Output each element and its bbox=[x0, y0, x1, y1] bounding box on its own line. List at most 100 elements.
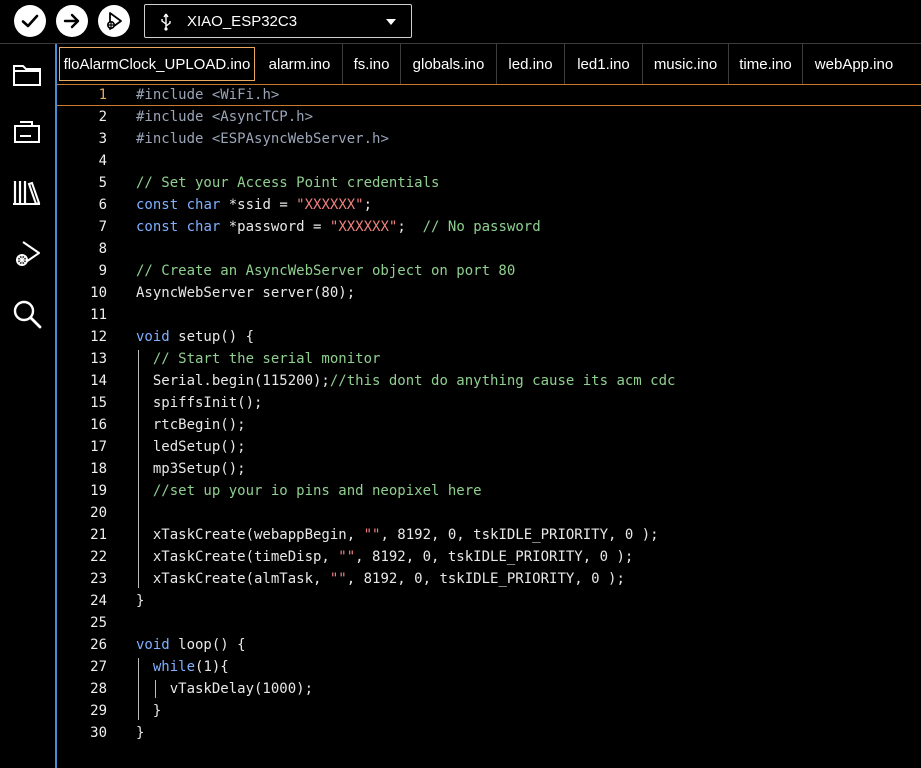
sidebar bbox=[0, 44, 55, 768]
tab-alarm[interactable]: alarm.ino bbox=[257, 44, 343, 84]
line-number: 10 bbox=[90, 285, 107, 301]
code-line[interactable]: 13 // Start the serial monitor bbox=[57, 348, 921, 370]
code-text: AsyncWebServer server(80); bbox=[136, 285, 356, 301]
tab-music[interactable]: music.ino bbox=[643, 44, 729, 84]
line-number: 9 bbox=[98, 263, 107, 279]
tab-led[interactable]: led.ino bbox=[497, 44, 565, 84]
line-number: 15 bbox=[90, 395, 107, 411]
line-number: 23 bbox=[90, 571, 107, 587]
code-text: ledSetup(); bbox=[136, 439, 246, 455]
code-line[interactable]: 27 while(1){ bbox=[57, 656, 921, 678]
line-number: 29 bbox=[90, 703, 107, 719]
tab-floalarmclock-upload[interactable]: floAlarmClock_UPLOAD.ino bbox=[59, 47, 255, 81]
code-line[interactable]: 21 xTaskCreate(webappBegin, "", 8192, 0,… bbox=[57, 524, 921, 546]
code-line[interactable]: 8 bbox=[57, 238, 921, 260]
code-line[interactable]: 3 #include <ESPAsyncWebServer.h> bbox=[57, 128, 921, 150]
code-line[interactable]: 26 void loop() { bbox=[57, 634, 921, 656]
code-text: } bbox=[136, 725, 145, 741]
line-number: 4 bbox=[98, 153, 107, 169]
code-line[interactable]: 6 const char *ssid = "XXXXXX"; bbox=[57, 194, 921, 216]
tab-globals[interactable]: globals.ino bbox=[401, 44, 497, 84]
tab-webapp[interactable]: webApp.ino bbox=[803, 44, 905, 84]
code-text: // Set your Access Point credentials bbox=[136, 175, 440, 191]
code-text: // Create an AsyncWebServer object on po… bbox=[136, 263, 516, 279]
code-line[interactable]: 23 xTaskCreate(almTask, "", 8192, 0, tsk… bbox=[57, 568, 921, 590]
line-number: 14 bbox=[90, 373, 107, 389]
code-line[interactable]: 11 bbox=[57, 304, 921, 326]
code-text: xTaskCreate(almTask, "", 8192, 0, tskIDL… bbox=[136, 571, 625, 587]
code-line[interactable]: 5 // Set your Access Point credentials bbox=[57, 172, 921, 194]
code-line[interactable]: 2 #include <AsyncTCP.h> bbox=[57, 106, 921, 128]
debug-button[interactable] bbox=[98, 5, 130, 37]
code-line[interactable]: 25 bbox=[57, 612, 921, 634]
line-number: 20 bbox=[90, 505, 107, 521]
code-text: mp3Setup(); bbox=[136, 461, 246, 477]
line-number: 5 bbox=[98, 175, 107, 191]
line-number: 22 bbox=[90, 549, 107, 565]
tab-led1[interactable]: led1.ino bbox=[565, 44, 643, 84]
code-text: Serial.begin(115200);//this dont do anyt… bbox=[136, 373, 676, 389]
code-line[interactable]: 22 xTaskCreate(timeDisp, "", 8192, 0, ts… bbox=[57, 546, 921, 568]
code-text: } bbox=[136, 593, 145, 609]
line-number: 11 bbox=[90, 307, 107, 323]
toolbar: XIAO_ESP32C3 bbox=[0, 0, 921, 44]
line-number: 8 bbox=[98, 241, 107, 257]
library-icon[interactable] bbox=[11, 176, 43, 208]
line-number: 2 bbox=[98, 109, 107, 125]
tab-fs[interactable]: fs.ino bbox=[343, 44, 401, 84]
search-icon[interactable] bbox=[11, 298, 43, 330]
code-line[interactable]: 20 bbox=[57, 502, 921, 524]
code-line[interactable]: 18 mp3Setup(); bbox=[57, 458, 921, 480]
debug-icon[interactable] bbox=[11, 238, 43, 270]
line-number: 17 bbox=[90, 439, 107, 455]
chevron-down-icon bbox=[386, 19, 396, 25]
code-line[interactable]: 29 } bbox=[57, 700, 921, 722]
line-number: 19 bbox=[90, 483, 107, 499]
code-text: //set up your io pins and neopixel here bbox=[152, 483, 482, 499]
code-text: // Start the serial monitor bbox=[152, 351, 381, 367]
tab-time[interactable]: time.ino bbox=[729, 44, 803, 84]
line-number: 30 bbox=[90, 725, 107, 741]
code-line[interactable]: 30} bbox=[57, 722, 921, 744]
code-text: rtcBegin(); bbox=[136, 417, 246, 433]
editor: floAlarmClock_UPLOAD.ino alarm.ino fs.in… bbox=[55, 44, 921, 768]
code-text: vTaskDelay(1000); bbox=[136, 681, 314, 697]
code-text: void loop() { bbox=[136, 637, 246, 653]
code-line[interactable]: 14 Serial.begin(115200);//this dont do a… bbox=[57, 370, 921, 392]
code-line[interactable]: 10 AsyncWebServer server(80); bbox=[57, 282, 921, 304]
code-line[interactable]: 28 vTaskDelay(1000); bbox=[57, 678, 921, 700]
line-number: 13 bbox=[90, 351, 107, 367]
board-icon[interactable] bbox=[11, 116, 43, 148]
arrow-right-icon bbox=[63, 13, 80, 29]
code-area[interactable]: 1 #include <WiFi.h> 2 #include <AsyncTCP.h>… bbox=[57, 84, 921, 744]
code-text: xTaskCreate(webappBegin, "", 8192, 0, ts… bbox=[136, 527, 659, 543]
code-line[interactable]: 4 bbox=[57, 150, 921, 172]
verify-button[interactable] bbox=[14, 5, 46, 37]
code-line[interactable]: 24} bbox=[57, 590, 921, 612]
code-line[interactable]: 12 void setup() { bbox=[57, 326, 921, 348]
code-line[interactable]: 1 #include <WiFi.h> bbox=[57, 84, 921, 106]
code-line[interactable]: 7 const char *password = "XXXXXX"; // No … bbox=[57, 216, 921, 238]
board-selector[interactable]: XIAO_ESP32C3 bbox=[144, 4, 412, 38]
code-line[interactable]: 19 //set up your io pins and neopixel he… bbox=[57, 480, 921, 502]
code-line[interactable]: 16 rtcBegin(); bbox=[57, 414, 921, 436]
indent-guide bbox=[155, 680, 156, 698]
upload-button[interactable] bbox=[56, 5, 88, 37]
line-number: 27 bbox=[90, 659, 107, 675]
folder-icon[interactable] bbox=[11, 58, 43, 90]
line-number: 1 bbox=[98, 87, 107, 103]
check-icon bbox=[21, 14, 39, 28]
line-number: 16 bbox=[90, 417, 107, 433]
code-text: } bbox=[136, 703, 162, 719]
usb-icon bbox=[161, 13, 171, 31]
code-text: #include <ESPAsyncWebServer.h> bbox=[136, 131, 389, 147]
line-number: 25 bbox=[90, 615, 107, 631]
code-text: spiffsInit(); bbox=[136, 395, 263, 411]
code-text: const char *ssid = "XXXXXX"; bbox=[136, 197, 373, 213]
code-line[interactable]: 17 ledSetup(); bbox=[57, 436, 921, 458]
code-line[interactable]: 9 // Create an AsyncWebServer object on p… bbox=[57, 260, 921, 282]
code-text: while(1){ bbox=[152, 659, 229, 675]
code-line[interactable]: 15 spiffsInit(); bbox=[57, 392, 921, 414]
code-text: #include <AsyncTCP.h> bbox=[136, 109, 314, 125]
line-number: 24 bbox=[90, 593, 107, 609]
